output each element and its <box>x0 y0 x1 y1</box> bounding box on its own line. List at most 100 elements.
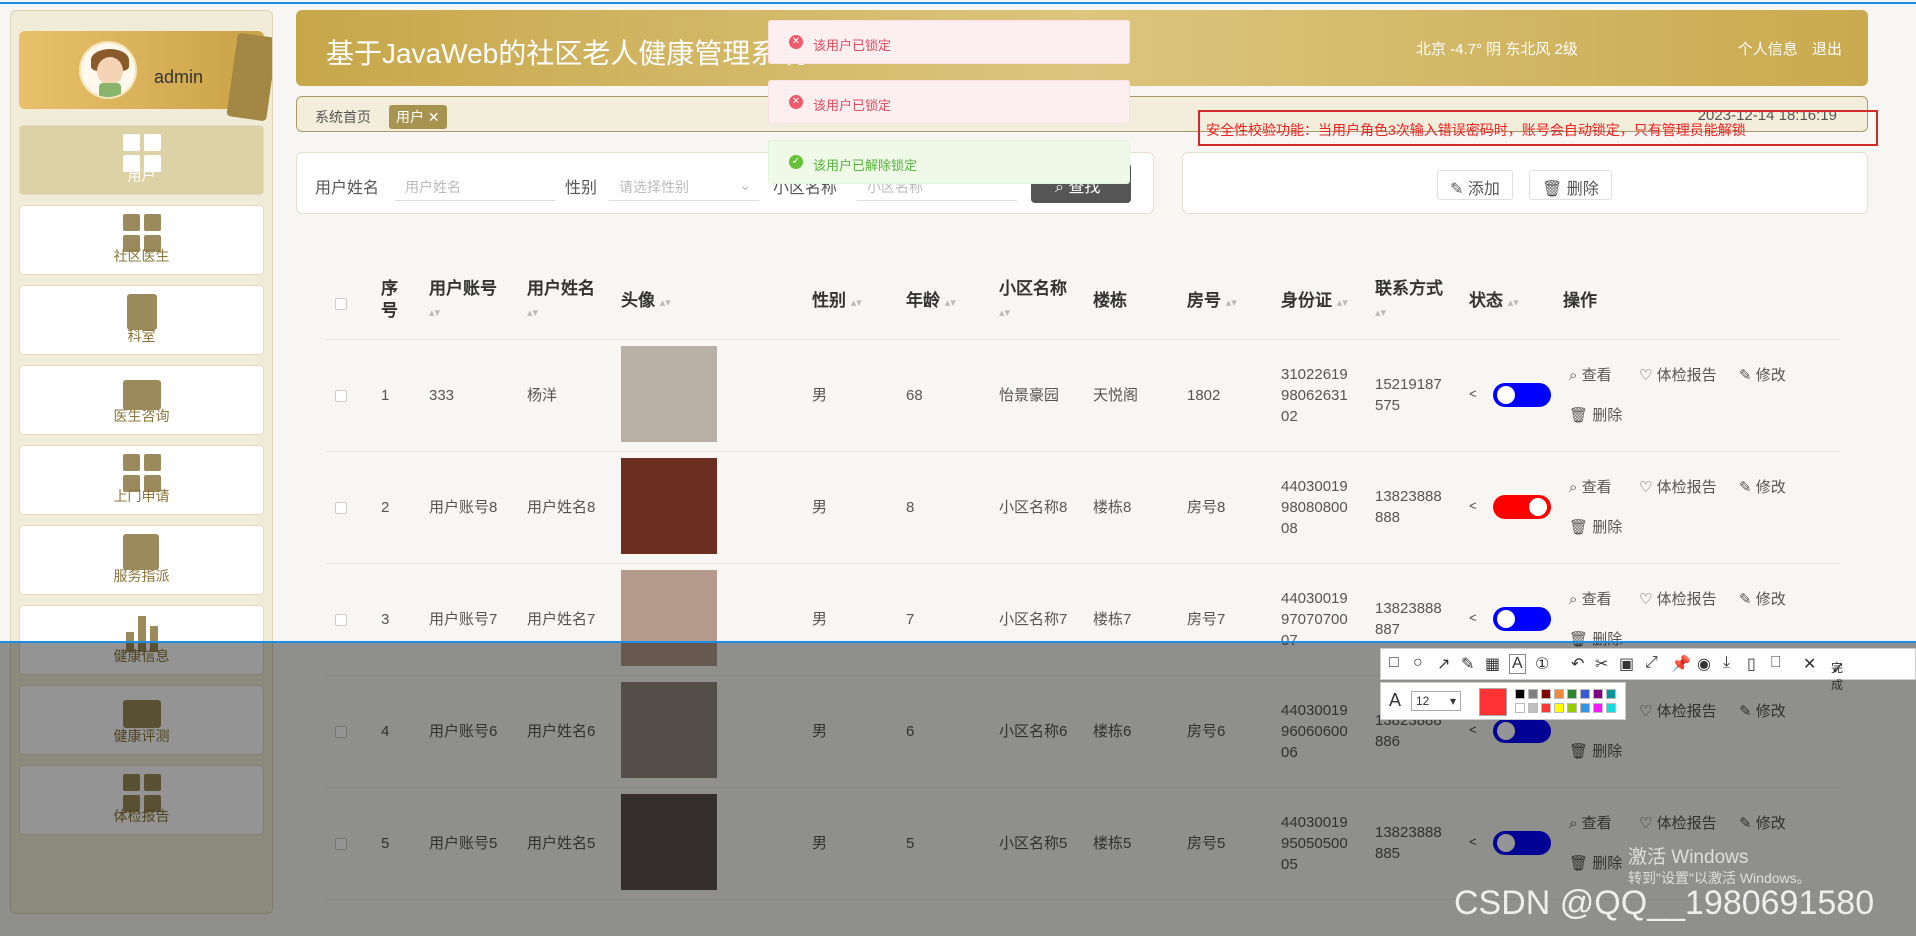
color-swatch[interactable] <box>1528 703 1538 713</box>
annotation-text-box[interactable]: 安全性校验功能：当用户角色3次输入错误密码时，账号会自动锁定，只有管理员能解锁 <box>1198 110 1878 146</box>
color-swatch[interactable] <box>1580 703 1590 713</box>
status-toggle[interactable] <box>1493 607 1551 631</box>
row-checkbox[interactable] <box>335 502 347 514</box>
undo-icon[interactable]: ↶ <box>1571 654 1584 674</box>
col-account[interactable]: 用户账号 ▴▾ <box>429 278 497 324</box>
sidebar-item-health-eval[interactable]: 健康评测 <box>19 685 264 755</box>
status-toggle[interactable] <box>1493 495 1551 519</box>
delete-row-button[interactable]: 🗑 删除 <box>1569 852 1622 873</box>
col-building[interactable]: 楼栋 <box>1093 290 1127 312</box>
col-room[interactable]: 房号 ▴▾ <box>1187 290 1237 314</box>
color-swatch[interactable] <box>1580 689 1590 699</box>
close-icon[interactable]: ✕ <box>1803 654 1816 674</box>
sidebar-item-health-info[interactable]: 健康信息 <box>19 605 264 675</box>
pen-tool-icon[interactable]: ✎ <box>1461 654 1474 674</box>
cut-icon[interactable]: ✂ <box>1595 654 1608 674</box>
color-swatch[interactable] <box>1567 689 1577 699</box>
row-checkbox[interactable] <box>335 390 347 402</box>
color-swatch[interactable] <box>1593 703 1603 713</box>
col-id-card[interactable]: 身份证 ▴▾ <box>1281 290 1348 314</box>
bookmark-icon[interactable]: ⎕ <box>1771 654 1781 672</box>
delete-row-button[interactable]: 🗑 删除 <box>1569 404 1622 425</box>
name-input[interactable]: 用户姓名 <box>395 171 555 201</box>
logout-link[interactable]: 退出 <box>1812 41 1842 58</box>
download-icon[interactable]: ⤓ <box>1723 654 1730 672</box>
sidebar-item-assign[interactable]: 服务指派 <box>19 525 264 595</box>
font-size-select[interactable]: 12 ▾ <box>1411 691 1461 711</box>
user-card[interactable]: admin <box>19 31 272 122</box>
sidebar-item-report[interactable]: 体检报告 <box>19 765 264 835</box>
col-status[interactable]: 状态 ▴▾ <box>1469 290 1519 314</box>
color-swatch[interactable] <box>1554 703 1564 713</box>
share-icon[interactable]: < <box>1469 722 1477 737</box>
ellipse-tool-icon[interactable]: ○ <box>1413 654 1423 672</box>
status-toggle[interactable] <box>1493 719 1551 743</box>
color-swatch[interactable] <box>1593 689 1603 699</box>
col-community[interactable]: 小区名称 ▴▾ <box>999 278 1067 324</box>
view-button[interactable]: ⌕ 查看 <box>1569 476 1612 497</box>
report-button[interactable]: ♡ 体检报告 <box>1639 476 1717 497</box>
share-icon[interactable]: < <box>1469 498 1477 513</box>
color-swatch[interactable] <box>1541 703 1551 713</box>
row-checkbox[interactable] <box>335 838 347 850</box>
sidebar-item-consult[interactable]: 医生咨询 <box>19 365 264 435</box>
color-swatch[interactable] <box>1606 689 1616 699</box>
delete-row-button[interactable]: 🗑 删除 <box>1569 516 1622 537</box>
select-all-checkbox[interactable] <box>335 298 347 310</box>
edit-button[interactable]: ✎ 修改 <box>1739 476 1786 497</box>
col-contact[interactable]: 联系方式 ▴▾ <box>1375 278 1443 324</box>
sidebar-item-department[interactable]: 科室 <box>19 285 264 355</box>
row-checkbox[interactable] <box>335 726 347 738</box>
delete-button[interactable]: 🗑 删除 <box>1529 170 1612 200</box>
scroll-capture-icon[interactable]: ⤢ <box>1645 654 1658 672</box>
col-gender[interactable]: 性别 ▴▾ <box>812 290 862 314</box>
sidebar-item-user[interactable]: 用户 <box>19 125 264 195</box>
breadcrumb-home[interactable]: 系统首页 <box>315 107 371 127</box>
phone-icon[interactable]: ▯ <box>1747 654 1756 674</box>
share-icon[interactable]: < <box>1469 834 1477 849</box>
status-toggle[interactable] <box>1493 831 1551 855</box>
record-icon[interactable]: ◉ <box>1697 654 1711 674</box>
report-button[interactable]: ♡ 体检报告 <box>1639 812 1717 833</box>
col-no[interactable]: 序号 <box>381 278 401 322</box>
text-tool-icon[interactable]: A <box>1509 654 1526 674</box>
sidebar-item-doctor[interactable]: 社区医生 <box>19 205 264 275</box>
current-color-swatch[interactable] <box>1479 688 1507 716</box>
profile-link[interactable]: 个人信息 <box>1738 41 1798 58</box>
mosaic-tool-icon[interactable]: ▦ <box>1485 654 1500 674</box>
view-button[interactable]: ⌕ 查看 <box>1569 364 1612 385</box>
color-swatch[interactable] <box>1515 689 1525 699</box>
pin-icon[interactable]: 📌 <box>1671 654 1691 674</box>
view-button[interactable]: ⌕ 查看 <box>1569 812 1612 833</box>
col-name[interactable]: 用户姓名 ▴▾ <box>527 278 595 324</box>
color-swatch[interactable] <box>1554 689 1564 699</box>
share-icon[interactable]: < <box>1469 610 1477 625</box>
report-button[interactable]: ♡ 体检报告 <box>1639 364 1717 385</box>
color-swatch[interactable] <box>1515 703 1525 713</box>
arrow-tool-icon[interactable]: ↗ <box>1437 654 1450 674</box>
edit-button[interactable]: ✎ 修改 <box>1739 700 1786 721</box>
add-button[interactable]: ✎ 添加 <box>1437 170 1513 200</box>
col-age[interactable]: 年龄 ▴▾ <box>906 290 956 314</box>
ocr-icon[interactable]: ▣ <box>1619 654 1634 674</box>
report-button[interactable]: ♡ 体检报告 <box>1639 700 1717 721</box>
report-button[interactable]: ♡ 体检报告 <box>1639 588 1717 609</box>
edit-button[interactable]: ✎ 修改 <box>1739 812 1786 833</box>
rectangle-tool-icon[interactable]: □ <box>1389 654 1399 672</box>
color-swatch[interactable] <box>1528 689 1538 699</box>
delete-row-button[interactable]: 🗑 删除 <box>1569 628 1622 649</box>
color-swatch[interactable] <box>1541 689 1551 699</box>
number-tool-icon[interactable]: ① <box>1535 654 1549 674</box>
delete-row-button[interactable]: 🗑 删除 <box>1569 740 1622 761</box>
edit-button[interactable]: ✎ 修改 <box>1739 588 1786 609</box>
sidebar-item-visit[interactable]: 上门申请 <box>19 445 264 515</box>
share-icon[interactable]: < <box>1469 386 1477 401</box>
status-toggle[interactable] <box>1493 383 1551 407</box>
gender-select[interactable]: 请选择性别 ⌄ <box>609 171 759 201</box>
close-icon[interactable]: ✕ <box>428 109 440 125</box>
edit-button[interactable]: ✎ 修改 <box>1739 364 1786 385</box>
color-swatch[interactable] <box>1606 703 1616 713</box>
row-checkbox[interactable] <box>335 614 347 626</box>
color-swatch[interactable] <box>1567 703 1577 713</box>
tab-user[interactable]: 用户 ✕ <box>389 105 447 129</box>
